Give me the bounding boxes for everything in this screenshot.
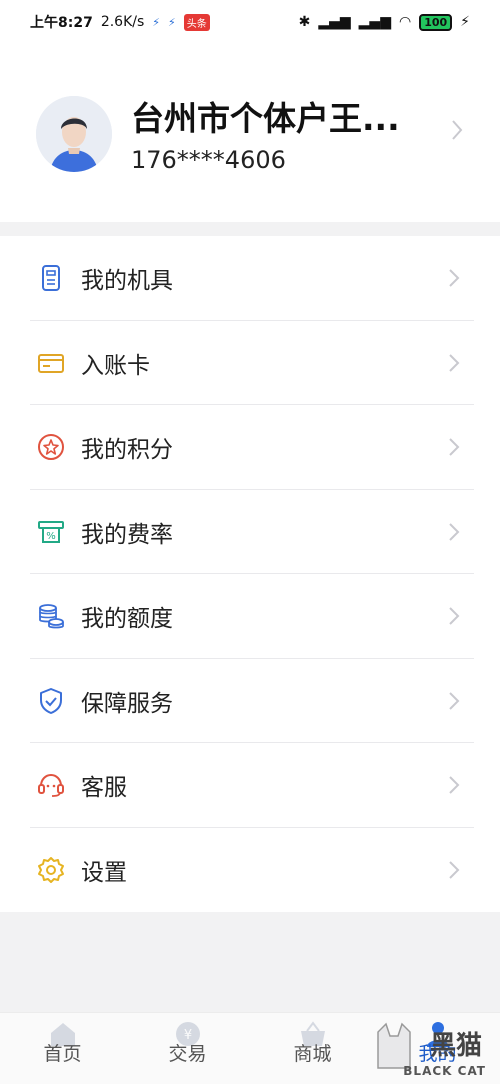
menu-item-limit[interactable]: 我的额度 [0,574,500,659]
headset-icon [38,774,64,798]
profile-header[interactable]: 台州市个体户王... 176****4606 [0,44,500,222]
chevron-right-icon [449,607,460,625]
chevron-right-icon [449,269,460,287]
profile-phone: 176****4606 [131,146,286,174]
watermark-title: 黑猫 [429,1031,482,1061]
tab-label: 首页 [43,1043,82,1065]
tab-mall[interactable]: 商城 [250,1013,375,1084]
chevron-right-icon [449,523,460,541]
tab-label: 商城 [293,1043,332,1065]
tab-trade[interactable]: ¥ 交易 [125,1013,250,1084]
shield-icon [40,687,62,714]
notification-icon: ⚡ [168,15,176,29]
cat-logo-icon [377,1022,411,1069]
status-bar: 上午8:27 2.6K/s ⚡ ⚡ 头条 ✱ ▂▄▆ ▂▄▆ ◠ 100 ⚡ [0,0,500,44]
star-icon [38,434,64,461]
menu-item-label: 客服 [81,775,127,802]
tab-label: 交易 [168,1043,207,1065]
menu-item-protection[interactable]: 保障服务 [0,659,500,743]
menu-item-label: 保障服务 [81,690,173,717]
user-avatar-icon [36,96,112,172]
menu-item-label: 入账卡 [81,352,150,379]
menu-item-points[interactable]: 我的积分 [0,405,500,490]
charging-icon: ⚡ [460,14,470,30]
chevron-right-icon [449,438,460,456]
status-speed: 2.6K/s [100,14,145,30]
menu-list: 我的机具 入账卡 我的积分 % 我的费率 我的额度 保障服务 客服 设置 [0,236,500,912]
gear-icon [38,856,64,883]
bluetooth-icon: ✱ [298,14,311,30]
menu-item-label: 我的费率 [81,521,173,548]
rate-icon: % [38,520,64,543]
avatar[interactable] [36,96,112,172]
signal-icon: ▂▄▆ [318,14,351,30]
status-left: 上午8:27 2.6K/s ⚡ ⚡ 头条 [30,12,210,32]
menu-item-label: 我的额度 [81,606,173,633]
wifi-icon: ◠ [398,14,412,30]
menu-item-label: 我的机具 [81,268,173,295]
status-right: ✱ ▂▄▆ ▂▄▆ ◠ 100 ⚡ [298,13,470,31]
tab-home[interactable]: 首页 [0,1013,125,1084]
menu-item-settings[interactable]: 设置 [0,828,500,913]
svg-text:%: % [46,531,56,542]
menu-item-bank-card[interactable]: 入账卡 [0,321,500,405]
status-time: 上午8:27 [30,15,93,31]
watermark-subtitle: BLACK CAT [403,1064,486,1078]
profile-name: 台州市个体户王... [131,99,400,138]
battery-icon: 100 [419,13,453,31]
signal-icon: ▂▄▆ [358,14,391,30]
menu-item-customer-service[interactable]: 客服 [0,743,500,828]
chevron-right-icon [449,776,460,794]
chevron-right-icon [449,354,460,372]
menu-item-label: 设置 [81,859,127,886]
menu-item-rate[interactable]: % 我的费率 [0,490,500,574]
bottom-tab-bar: 首页 ¥ 交易 商城 我的 黑猫 BLACK CAT [0,1012,500,1084]
chevron-right-icon[interactable] [450,118,464,142]
menu-item-label: 我的积分 [81,437,173,464]
notification-icon: ⚡ [152,15,161,29]
coins-icon [39,604,64,629]
chevron-right-icon [449,861,460,879]
card-icon [38,353,64,373]
device-icon [42,265,60,292]
menu-item-devices[interactable]: 我的机具 [0,236,500,321]
chevron-right-icon [449,692,460,710]
black-cat-watermark: 黑猫 BLACK CAT [374,1018,492,1078]
toutiao-badge: 头条 [183,13,210,31]
